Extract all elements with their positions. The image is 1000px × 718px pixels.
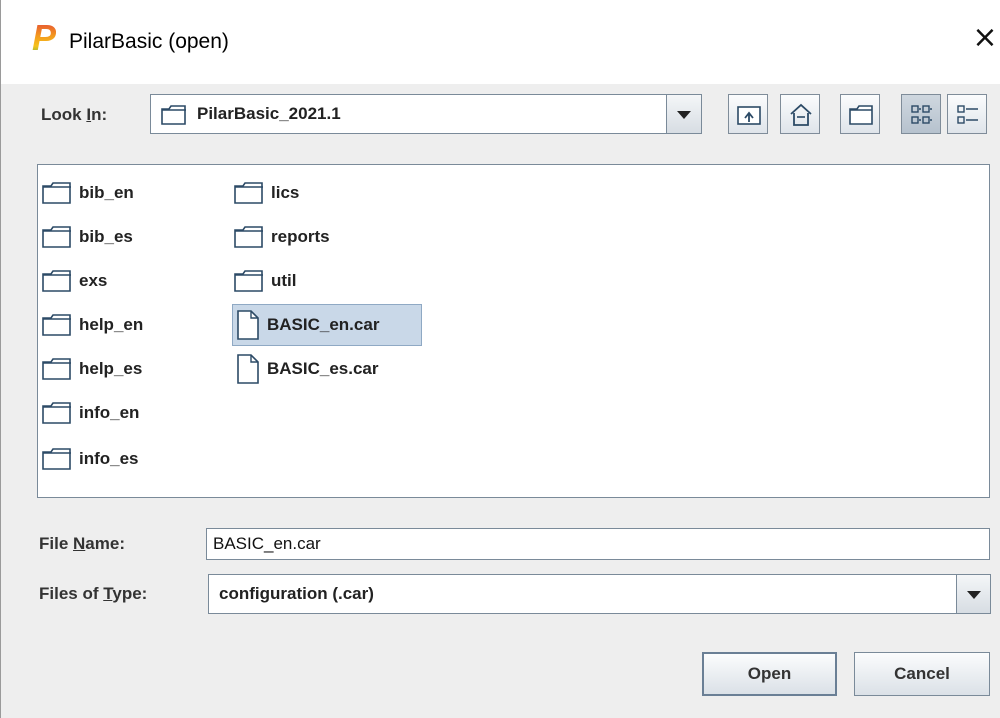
- list-item-folder[interactable]: help_es: [42, 353, 142, 385]
- folder-icon: [42, 402, 71, 424]
- home-icon: [790, 103, 812, 126]
- file-name: lics: [271, 183, 300, 202]
- file-name: help_en: [79, 315, 144, 334]
- folder-up-icon: [737, 106, 761, 125]
- file-name: info_es: [79, 449, 139, 468]
- file-name: info_en: [79, 403, 140, 422]
- folder-icon: [234, 270, 263, 292]
- details-view-icon: [957, 105, 978, 124]
- folder-icon: [234, 226, 263, 248]
- list-item-folder[interactable]: util: [234, 265, 297, 297]
- list-item-file[interactable]: BASIC_es.car: [236, 353, 379, 385]
- chevron-down-icon[interactable]: [666, 95, 701, 133]
- new-folder-icon: [849, 105, 873, 125]
- folder-icon: [42, 448, 71, 470]
- list-item-folder[interactable]: exs: [42, 265, 107, 297]
- file-name: exs: [79, 271, 108, 290]
- look-in-combo[interactable]: PilarBasic_2021.1: [150, 94, 702, 134]
- file-list[interactable]: bib_en bib_es exs help_en help_es info_e…: [37, 164, 990, 498]
- folder-icon: [42, 182, 71, 204]
- list-item-folder[interactable]: info_en: [42, 397, 139, 429]
- create-new-folder-button[interactable]: [840, 94, 880, 134]
- chevron-down-icon[interactable]: [956, 575, 990, 613]
- files-of-type-value: configuration (.car): [219, 584, 374, 603]
- up-one-level-button[interactable]: [728, 94, 768, 134]
- file-icon: [237, 354, 259, 384]
- folder-icon: [42, 358, 71, 380]
- file-name: BASIC_en.car: [267, 315, 380, 335]
- list-item-folder[interactable]: help_en: [42, 309, 143, 341]
- file-name: reports: [271, 227, 330, 246]
- window-title: PilarBasic (open): [69, 30, 229, 53]
- folder-icon: [42, 314, 71, 336]
- file-name: help_es: [79, 359, 143, 378]
- list-view-icon: [911, 105, 932, 124]
- close-icon[interactable]: ×: [969, 22, 1000, 54]
- file-name-label: File Name:: [39, 534, 125, 553]
- list-item-folder[interactable]: bib_es: [42, 221, 133, 253]
- look-in-label: Look In:: [41, 105, 108, 124]
- file-name: BASIC_es.car: [267, 359, 379, 378]
- file-name-input[interactable]: [206, 528, 990, 560]
- file-name: bib_en: [79, 183, 134, 202]
- files-of-type-combo[interactable]: configuration (.car): [208, 574, 991, 614]
- file-name: util: [271, 271, 297, 290]
- list-item-folder[interactable]: reports: [234, 221, 330, 253]
- open-button[interactable]: Open: [702, 652, 837, 696]
- home-button[interactable]: [780, 94, 820, 134]
- list-item-folder[interactable]: info_es: [42, 443, 139, 475]
- app-logo-icon: P: [32, 17, 57, 58]
- look-in-value: PilarBasic_2021.1: [197, 104, 341, 123]
- cancel-button[interactable]: Cancel: [854, 652, 990, 696]
- list-item-folder[interactable]: bib_en: [42, 177, 134, 209]
- file-icon: [237, 310, 259, 340]
- list-view-button[interactable]: [901, 94, 941, 134]
- folder-icon: [42, 226, 71, 248]
- file-name: bib_es: [79, 227, 133, 246]
- folder-icon: [161, 105, 186, 125]
- files-of-type-label: Files of Type:: [39, 584, 148, 603]
- list-item-folder[interactable]: lics: [234, 177, 299, 209]
- folder-icon: [234, 182, 263, 204]
- title-bar: P PilarBasic (open) ×: [1, 0, 1000, 84]
- details-view-button[interactable]: [947, 94, 987, 134]
- list-item-file-selected[interactable]: BASIC_en.car: [232, 304, 422, 346]
- file-open-dialog: P PilarBasic (open) × Look In: PilarBasi…: [0, 0, 1000, 718]
- folder-icon: [42, 270, 71, 292]
